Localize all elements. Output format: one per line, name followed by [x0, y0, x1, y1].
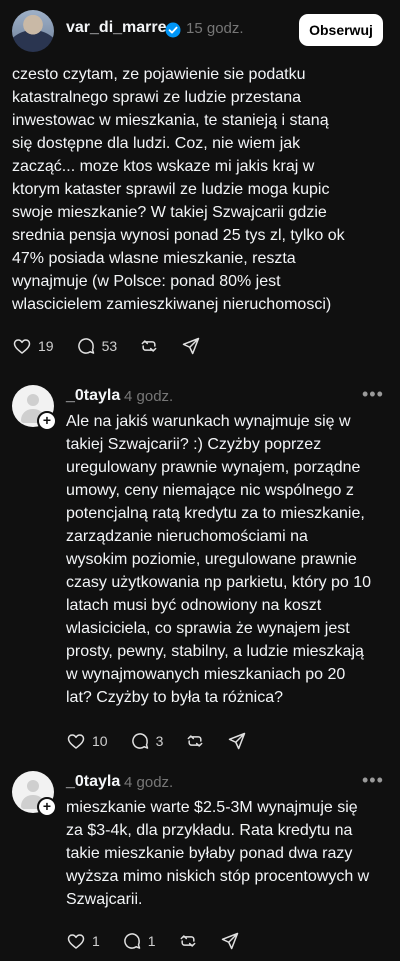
post-text: Ale na jakiś warunkach wynajmuje się w t…: [66, 413, 372, 706]
reply-post: + _0tayla 4 godz. ••• Ale na jakiś warun…: [0, 378, 400, 758]
like-count: 1: [92, 933, 100, 949]
avatar-head: [27, 394, 39, 406]
share-icon: [221, 932, 238, 950]
repost-button[interactable]: [139, 336, 159, 356]
main-post: var_di_marre 15 godz. Obserwuj czesto cz…: [0, 0, 400, 365]
repost-button[interactable]: [185, 731, 205, 751]
username[interactable]: _0tayla: [66, 773, 120, 791]
avatar[interactable]: [12, 10, 54, 52]
comment-count: 1: [147, 933, 156, 949]
comment-count: 3: [155, 733, 164, 749]
repost-icon: [141, 340, 157, 352]
reply-post: + _0tayla 4 godz. ••• mieszkanie warte $…: [0, 764, 400, 961]
avatar-head: [27, 780, 39, 792]
heart-icon: [67, 734, 85, 749]
post-text: mieszkanie warte $2.5-3M wynajmuje się z…: [66, 799, 370, 908]
plus-icon[interactable]: +: [37, 411, 57, 431]
heart-icon: [13, 339, 31, 354]
like-count: 10: [92, 733, 108, 749]
more-options-icon[interactable]: •••: [362, 384, 384, 405]
share-icon: [229, 732, 246, 750]
post-time: 15 godz.: [186, 20, 244, 37]
repost-icon: [187, 735, 203, 747]
post-actions: 1 1: [66, 930, 262, 952]
follow-button[interactable]: Obserwuj: [299, 14, 383, 46]
more-options-icon[interactable]: •••: [362, 770, 384, 791]
post-time: 4 godz.: [124, 388, 174, 405]
comment-icon: [77, 338, 94, 354]
share-button[interactable]: [181, 336, 201, 356]
repost-icon: [180, 935, 196, 947]
comment-icon: [124, 933, 141, 949]
comment-button[interactable]: 1: [122, 931, 156, 951]
share-button[interactable]: [227, 731, 247, 751]
post-time: 4 godz.: [124, 774, 174, 791]
like-button[interactable]: 1: [66, 931, 100, 951]
like-button[interactable]: 10: [66, 731, 108, 751]
verified-badge-icon: [165, 22, 181, 38]
comment-count: 53: [101, 338, 118, 354]
heart-icon: [67, 934, 85, 949]
comment-button[interactable]: 53: [76, 336, 118, 356]
username[interactable]: var_di_marre: [66, 19, 167, 37]
like-count: 19: [38, 338, 54, 354]
username[interactable]: _0tayla: [66, 387, 120, 405]
like-button[interactable]: 19: [12, 336, 54, 356]
comment-button[interactable]: 3: [130, 731, 164, 751]
post-text: czesto czytam, ze pojawienie sie podatku…: [12, 66, 345, 313]
plus-icon[interactable]: +: [37, 797, 57, 817]
share-button[interactable]: [220, 931, 240, 951]
share-icon: [182, 337, 200, 355]
repost-button[interactable]: [178, 931, 198, 951]
post-actions: 19 53: [12, 335, 223, 357]
post-actions: 10 3: [66, 730, 269, 752]
comment-icon: [131, 733, 148, 749]
